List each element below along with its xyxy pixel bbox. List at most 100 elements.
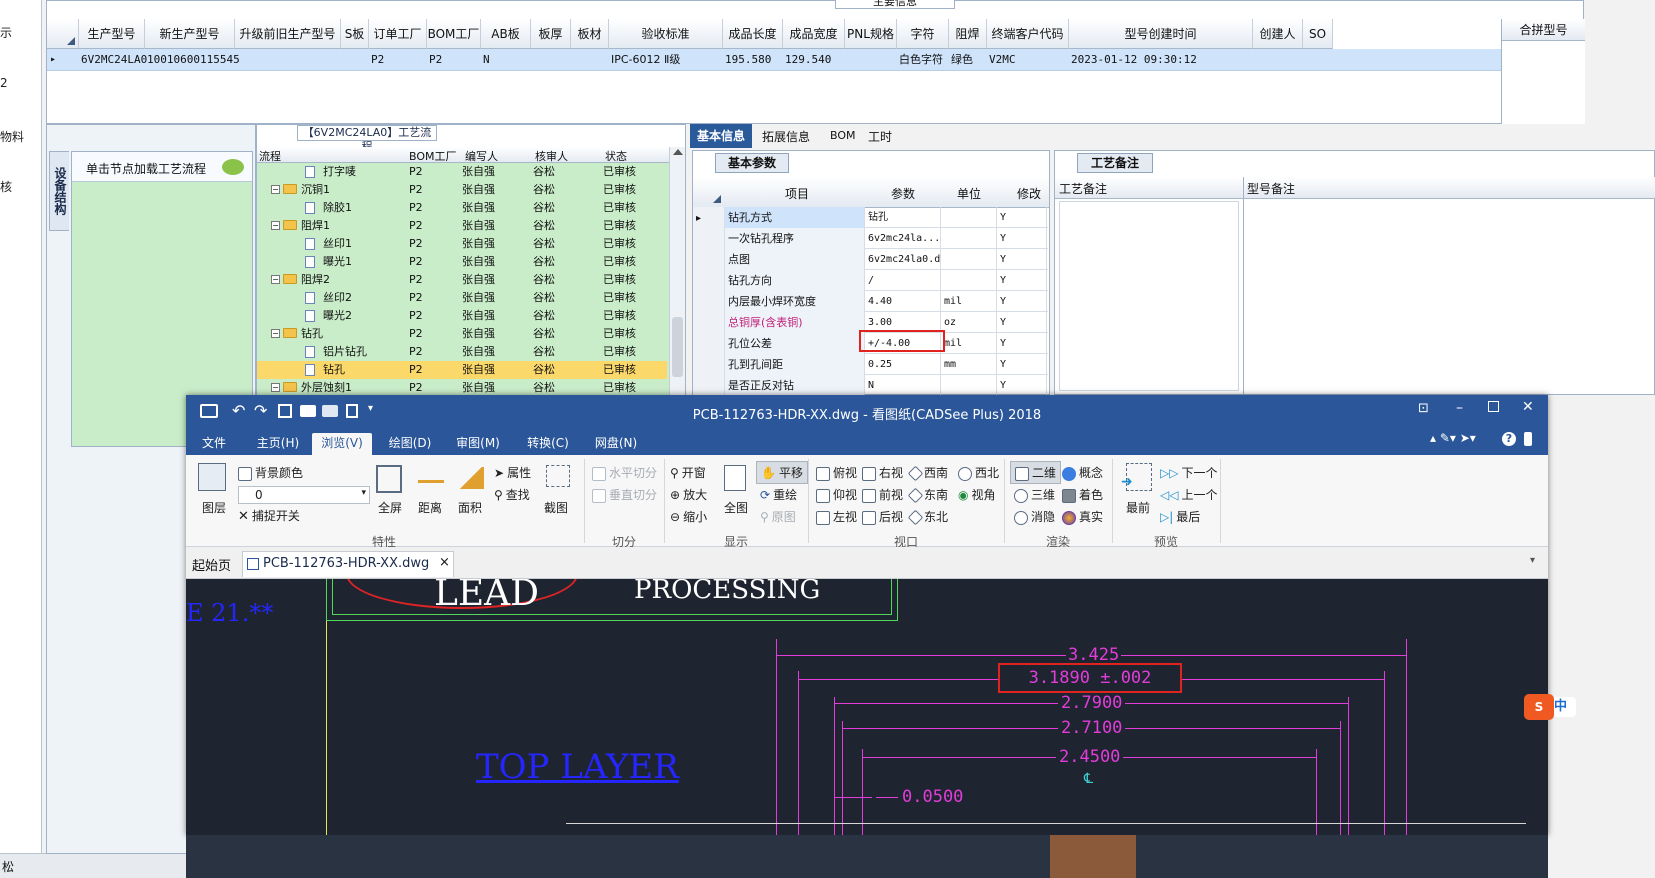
table-cell[interactable] xyxy=(343,49,369,71)
table-cell[interactable]: P2 xyxy=(371,49,427,71)
param-modify[interactable]: Y xyxy=(997,354,1047,375)
close-tab-icon[interactable]: × xyxy=(439,555,450,570)
param-unit[interactable]: mm xyxy=(941,354,997,375)
ime-mode[interactable]: 中 xyxy=(1554,697,1576,717)
table-cell[interactable]: N xyxy=(483,49,531,71)
column-header[interactable]: 验收标准 xyxy=(609,19,723,49)
original-button[interactable]: ⚲ 原图 xyxy=(760,508,796,525)
area-button[interactable]: 面积 xyxy=(458,499,482,516)
param-modify[interactable]: Y xyxy=(997,270,1047,291)
column-header[interactable]: 型号创建时间 xyxy=(1069,19,1253,49)
collapse-icon[interactable]: − xyxy=(271,275,280,284)
row-selector[interactable] xyxy=(693,270,725,291)
collapse-icon[interactable]: − xyxy=(271,185,280,194)
param-unit[interactable] xyxy=(941,249,997,270)
regen-button[interactable]: ⟳ 重绘 xyxy=(760,486,797,503)
param-unit[interactable]: oz xyxy=(941,312,997,333)
left-fragment-2[interactable]: 2 xyxy=(0,76,8,90)
param-row[interactable]: 内层最小焊环宽度 4.40 mil Y xyxy=(693,291,1048,312)
column-header[interactable]: 板材 xyxy=(571,19,609,49)
row-selector[interactable] xyxy=(693,354,725,375)
ribbon-toggle-icon[interactable]: ⊡ xyxy=(1418,401,1429,416)
tab-basic-info[interactable]: 基本信息 xyxy=(690,124,752,148)
tab-device-structure[interactable]: 设备结构 xyxy=(49,151,69,231)
render-3d-button[interactable]: 三维 xyxy=(1014,486,1055,503)
open-window-button[interactable]: ⚲ 开窗 xyxy=(670,464,706,481)
collapse-icon[interactable]: − xyxy=(271,329,280,338)
row-selector[interactable] xyxy=(693,291,725,312)
table-cell[interactable]: 绿色 xyxy=(951,49,987,71)
param-unit[interactable] xyxy=(941,270,997,291)
view-right-button[interactable]: 右视 xyxy=(862,464,903,481)
vsplit-button[interactable]: 垂直切分 xyxy=(592,486,657,503)
column-header[interactable]: 创建人 xyxy=(1253,19,1303,49)
zoom-in-button[interactable]: ⊕ 放大 xyxy=(670,486,707,503)
hsplit-button[interactable]: 水平切分 xyxy=(592,464,657,481)
param-unit[interactable]: mil xyxy=(941,333,997,354)
table-cell[interactable]: P2 xyxy=(429,49,481,71)
render-hide-button[interactable]: 消隐 xyxy=(1014,508,1055,525)
last-button[interactable]: ▷| 最后 xyxy=(1160,508,1200,525)
column-header[interactable]: 订单工厂 xyxy=(369,19,427,49)
table-cell[interactable] xyxy=(1305,49,1333,71)
param-row[interactable]: 钻孔方向 / Y xyxy=(693,270,1048,291)
tab-current-file[interactable]: PCB-112763-HDR-XX.dwg × xyxy=(242,551,454,577)
view-angle-button[interactable]: ◉ 视角 xyxy=(958,486,996,503)
tab-list-chevron-icon[interactable]: ▾ xyxy=(1530,555,1535,566)
param-value[interactable]: 4.40 xyxy=(865,291,941,312)
column-header[interactable]: 成品长度 xyxy=(723,19,783,49)
row-selector[interactable] xyxy=(693,312,725,333)
column-header[interactable]: AB板 xyxy=(481,19,531,49)
param-modify[interactable]: Y xyxy=(997,207,1047,228)
model-remark-field[interactable] xyxy=(1243,201,1653,391)
param-unit[interactable] xyxy=(941,207,997,228)
param-value[interactable]: / xyxy=(865,270,941,291)
param-modify[interactable]: Y xyxy=(997,333,1047,354)
collapse-icon[interactable]: − xyxy=(271,221,280,230)
process-row[interactable]: 除胶1 P2 张自强 谷松 已审核 xyxy=(257,199,667,217)
tab-basic-params[interactable]: 基本参数 xyxy=(715,153,789,173)
view-se-button[interactable]: 东南 xyxy=(907,486,948,504)
view-left-button[interactable]: 左视 xyxy=(816,508,857,525)
tab-process-remarks[interactable]: 工艺备注 xyxy=(1077,153,1153,173)
camera-icon[interactable] xyxy=(546,465,570,487)
process-row[interactable]: 钻孔 P2 张自强 谷松 已审核 xyxy=(257,361,667,379)
process-scrollbar[interactable] xyxy=(669,147,685,395)
menu-draw[interactable]: 绘图(D) xyxy=(382,433,438,455)
row-selector[interactable]: ▸ xyxy=(693,207,725,228)
maximize-icon[interactable] xyxy=(1488,401,1499,412)
column-header[interactable]: PNL规格 xyxy=(845,19,897,49)
view-sw-button[interactable]: 西南 xyxy=(907,464,948,482)
fullscreen-icon[interactable] xyxy=(376,465,402,493)
menu-file[interactable]: 文件 xyxy=(194,433,234,455)
bg-color-button[interactable]: 背景颜色 xyxy=(238,464,303,481)
column-header[interactable]: BOM工厂 xyxy=(427,19,481,49)
settings-icon[interactable]: ▴ ✎▾ ➤▾ xyxy=(1430,431,1476,445)
column-header[interactable]: 生产型号 xyxy=(79,19,145,49)
param-modify[interactable]: Y xyxy=(997,228,1047,249)
process-remark-field[interactable] xyxy=(1059,201,1239,391)
taskbar-active-item[interactable] xyxy=(1050,835,1136,878)
view-bottom-button[interactable]: 仰视 xyxy=(816,486,857,503)
pan-button[interactable]: ✋ 平移 xyxy=(756,461,808,484)
account-icon[interactable] xyxy=(1524,432,1532,446)
param-row[interactable]: 一次钻孔程序 6v2mc24la... Y xyxy=(693,228,1048,249)
menu-browse[interactable]: 浏览(V) xyxy=(312,433,372,455)
render-concept-button[interactable]: 概念 xyxy=(1062,464,1103,481)
collapse-icon[interactable]: − xyxy=(271,383,280,392)
menu-review[interactable]: 审图(M) xyxy=(450,433,506,455)
table-cell[interactable]: V2MC xyxy=(989,49,1069,71)
next-button[interactable]: ▷▷ 下一个 xyxy=(1160,464,1217,481)
table-cell[interactable] xyxy=(573,49,609,71)
process-row[interactable]: − 阻焊1 P2 张自强 谷松 已审核 xyxy=(257,217,667,235)
process-row[interactable]: 打字唛 P2 张自强 谷松 已审核 xyxy=(257,163,667,181)
row-selector[interactable] xyxy=(693,228,725,249)
ime-badge[interactable]: S xyxy=(1524,694,1554,720)
menu-home[interactable]: 主页(H) xyxy=(250,433,306,455)
help-icon[interactable]: ? xyxy=(1502,432,1516,446)
scroll-up-icon[interactable] xyxy=(672,149,683,155)
param-value[interactable]: 钻孔 xyxy=(865,207,941,228)
tab-start-page[interactable]: 起始页 xyxy=(192,555,231,574)
table-cell[interactable]: IPC-6012 Ⅱ级 xyxy=(611,49,723,71)
param-unit[interactable] xyxy=(941,228,997,249)
